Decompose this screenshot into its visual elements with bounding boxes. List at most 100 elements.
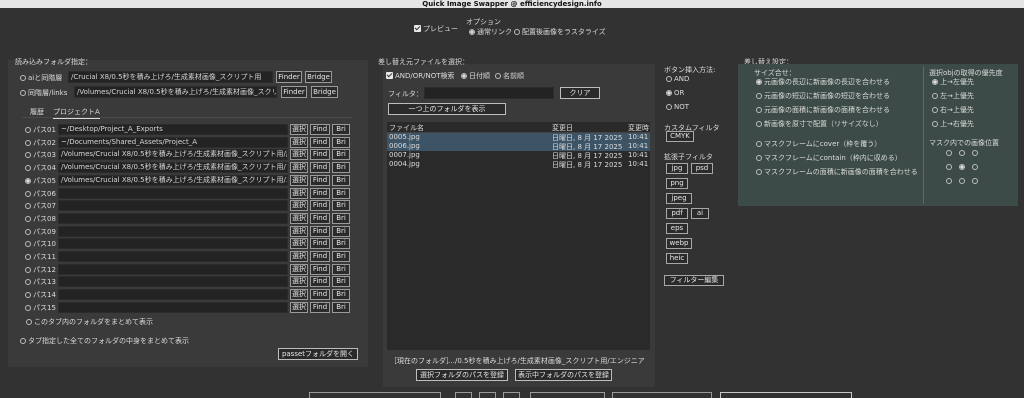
path-find-button[interactable]: Find <box>310 200 330 212</box>
path-field[interactable]: /Volumes/Crucial X8/0.5秒を積み上げろ/生成素材画像_スク… <box>58 174 288 186</box>
path-select-button[interactable]: 選択 <box>290 174 308 186</box>
priority-top-left[interactable]: 上→左優先 <box>932 77 974 87</box>
path-bri-button[interactable]: Bri <box>332 136 350 148</box>
path-select-button[interactable]: 選択 <box>290 187 308 199</box>
path-radio[interactable]: パス08 <box>25 214 56 224</box>
path-find-button[interactable]: Find <box>310 289 330 301</box>
cmyk-button[interactable]: CMYK <box>666 131 694 142</box>
path-field[interactable] <box>58 263 288 275</box>
priority-top-right[interactable]: 上→右優先 <box>932 119 974 129</box>
bottom-button-7[interactable] <box>720 392 852 398</box>
path-find-button[interactable]: Find <box>310 301 330 313</box>
clear-button[interactable]: クリア <box>560 87 600 99</box>
path-field[interactable]: /Volumes/Crucial X8/0.5秒を積み上げろ/生成素材画像_スク… <box>58 149 288 161</box>
path-field[interactable] <box>58 200 288 212</box>
path-radio[interactable]: パス07 <box>25 201 56 211</box>
mask-position-radio[interactable] <box>959 150 965 156</box>
path-field[interactable] <box>58 289 288 301</box>
mask-position-radio[interactable] <box>972 178 978 184</box>
path-radio[interactable]: パス12 <box>25 265 56 275</box>
path-bri-button[interactable]: Bri <box>332 174 350 186</box>
path-field[interactable] <box>58 212 288 224</box>
path-field[interactable]: /Volumes/Crucial X8/0.5秒を積み上げろ/生成素材画像_スク… <box>58 162 288 174</box>
path-field[interactable] <box>58 225 288 237</box>
path-bri-button[interactable]: Bri <box>332 301 350 313</box>
path-find-button[interactable]: Find <box>310 162 330 174</box>
mask-position-radio[interactable] <box>946 178 952 184</box>
path-radio[interactable]: パス15 <box>25 303 56 313</box>
bottom-button-4[interactable] <box>503 392 520 398</box>
path-find-button[interactable]: Find <box>310 187 330 199</box>
radio-links-same[interactable]: 同階層/links <box>20 88 67 98</box>
path-radio[interactable]: パス06 <box>25 189 56 199</box>
andornot-checkbox[interactable]: AND/OR/NOT検索 <box>386 71 455 81</box>
bridge-button-2[interactable]: Bridge <box>311 86 338 98</box>
option-rasterize[interactable]: 配置後画像をラスタライズ <box>514 27 606 37</box>
fit-original[interactable]: 新画像を原寸で配置（リサイズなし） <box>756 119 883 129</box>
mask-contain[interactable]: マスクフレームにcontain（枠内に収める） <box>756 153 902 163</box>
path-find-button[interactable]: Find <box>310 225 330 237</box>
file-row[interactable]: 0006.jpg 日曜日, 8 月 17 2025 10:41 <box>387 142 650 151</box>
mask-position-radio[interactable] <box>959 164 965 170</box>
path-bri-button[interactable]: Bri <box>332 251 350 262</box>
fit-short-side[interactable]: 元画像の短辺に新画像の短辺を合わせる <box>756 91 890 101</box>
radio-all-merge[interactable]: タブ指定した全てのフォルダの中身をまとめて表示 <box>20 336 189 346</box>
path-select-button[interactable]: 選択 <box>290 149 308 161</box>
sort-name-radio[interactable]: 名前順 <box>495 71 524 81</box>
jpeg-filter-button[interactable]: jpeg <box>666 193 692 204</box>
bottom-button-6[interactable] <box>612 392 712 398</box>
path-select-button[interactable]: 選択 <box>290 124 308 135</box>
path-bri-button[interactable]: Bri <box>332 124 350 135</box>
jpg-filter-button[interactable]: jpg <box>666 163 688 174</box>
heic-filter-button[interactable]: heic <box>666 253 688 264</box>
path-field[interactable]: ~/Desktop/Project_A_Exports <box>58 124 288 135</box>
path-select-button[interactable]: 選択 <box>290 225 308 237</box>
path-bri-button[interactable]: Bri <box>332 200 350 212</box>
eps-filter-button[interactable]: eps <box>666 223 688 234</box>
option-normal-link[interactable]: 通常リンク <box>469 27 512 37</box>
sort-date-radio[interactable]: 日付順 <box>461 71 490 81</box>
path-bri-button[interactable]: Bri <box>332 276 350 288</box>
path-select-button[interactable]: 選択 <box>290 301 308 313</box>
path-find-button[interactable]: Find <box>310 263 330 275</box>
mask-position-radio[interactable] <box>972 164 978 170</box>
register-selected-button[interactable]: 選択フォルダのパスを登録 <box>416 369 508 381</box>
ai-filter-button[interactable]: ai <box>691 208 709 219</box>
fit-long-side[interactable]: 元画像の長辺に新画像の長辺を合わせる <box>756 77 890 87</box>
png-filter-button[interactable]: png <box>666 178 688 189</box>
tab-history[interactable]: 履歴 <box>30 107 44 117</box>
mask-position-radio[interactable] <box>946 164 952 170</box>
path-field[interactable] <box>58 301 288 313</box>
path-select-button[interactable]: 選択 <box>290 136 308 148</box>
path-select-button[interactable]: 選択 <box>290 212 308 224</box>
path-field[interactable] <box>58 251 288 262</box>
bottom-button-3[interactable] <box>479 392 496 398</box>
preview-checkbox[interactable]: プレビュー <box>414 24 458 34</box>
finder-button[interactable]: Finder <box>276 71 302 83</box>
radio-not[interactable]: NOT <box>666 103 689 111</box>
mask-cover[interactable]: マスクフレームにcover（枠を覆う） <box>756 139 881 149</box>
mask-position-radio[interactable] <box>972 150 978 156</box>
path-field[interactable] <box>58 276 288 288</box>
mask-position-radio[interactable] <box>959 178 965 184</box>
path-select-button[interactable]: 選択 <box>290 162 308 174</box>
path-find-button[interactable]: Find <box>310 174 330 186</box>
path-radio[interactable]: パス11 <box>25 252 56 262</box>
psd-filter-button[interactable]: psd <box>691 163 713 174</box>
file-row[interactable]: 0005.jpg 日曜日, 8 月 17 2025 10:41 <box>387 133 650 142</box>
path-radio[interactable]: パス04 <box>25 163 56 173</box>
fit-area[interactable]: 元画像の面積に新画像の面積を合わせる <box>756 105 890 115</box>
path-radio[interactable]: パス02 <box>25 138 56 148</box>
path-bri-button[interactable]: Bri <box>332 212 350 224</box>
path-bri-button[interactable]: Bri <box>332 289 350 301</box>
radio-tab-merge[interactable]: このタブ内のフォルダをまとめて表示 <box>26 317 153 327</box>
path-find-button[interactable]: Find <box>310 238 330 250</box>
path-bri-button[interactable]: Bri <box>332 263 350 275</box>
radio-or[interactable]: OR <box>666 89 684 97</box>
path-field[interactable]: ~/Documents/Shared_Assets/Project_A <box>58 136 288 148</box>
path-radio[interactable]: パス05 <box>25 176 56 186</box>
path-radio[interactable]: パス13 <box>25 277 56 287</box>
file-list[interactable]: ファイル名 変更日 変更時 0005.jpg 日曜日, 8 月 17 2025 10… <box>387 122 650 350</box>
path-find-button[interactable]: Find <box>310 251 330 262</box>
webp-filter-button[interactable]: webp <box>666 238 692 249</box>
